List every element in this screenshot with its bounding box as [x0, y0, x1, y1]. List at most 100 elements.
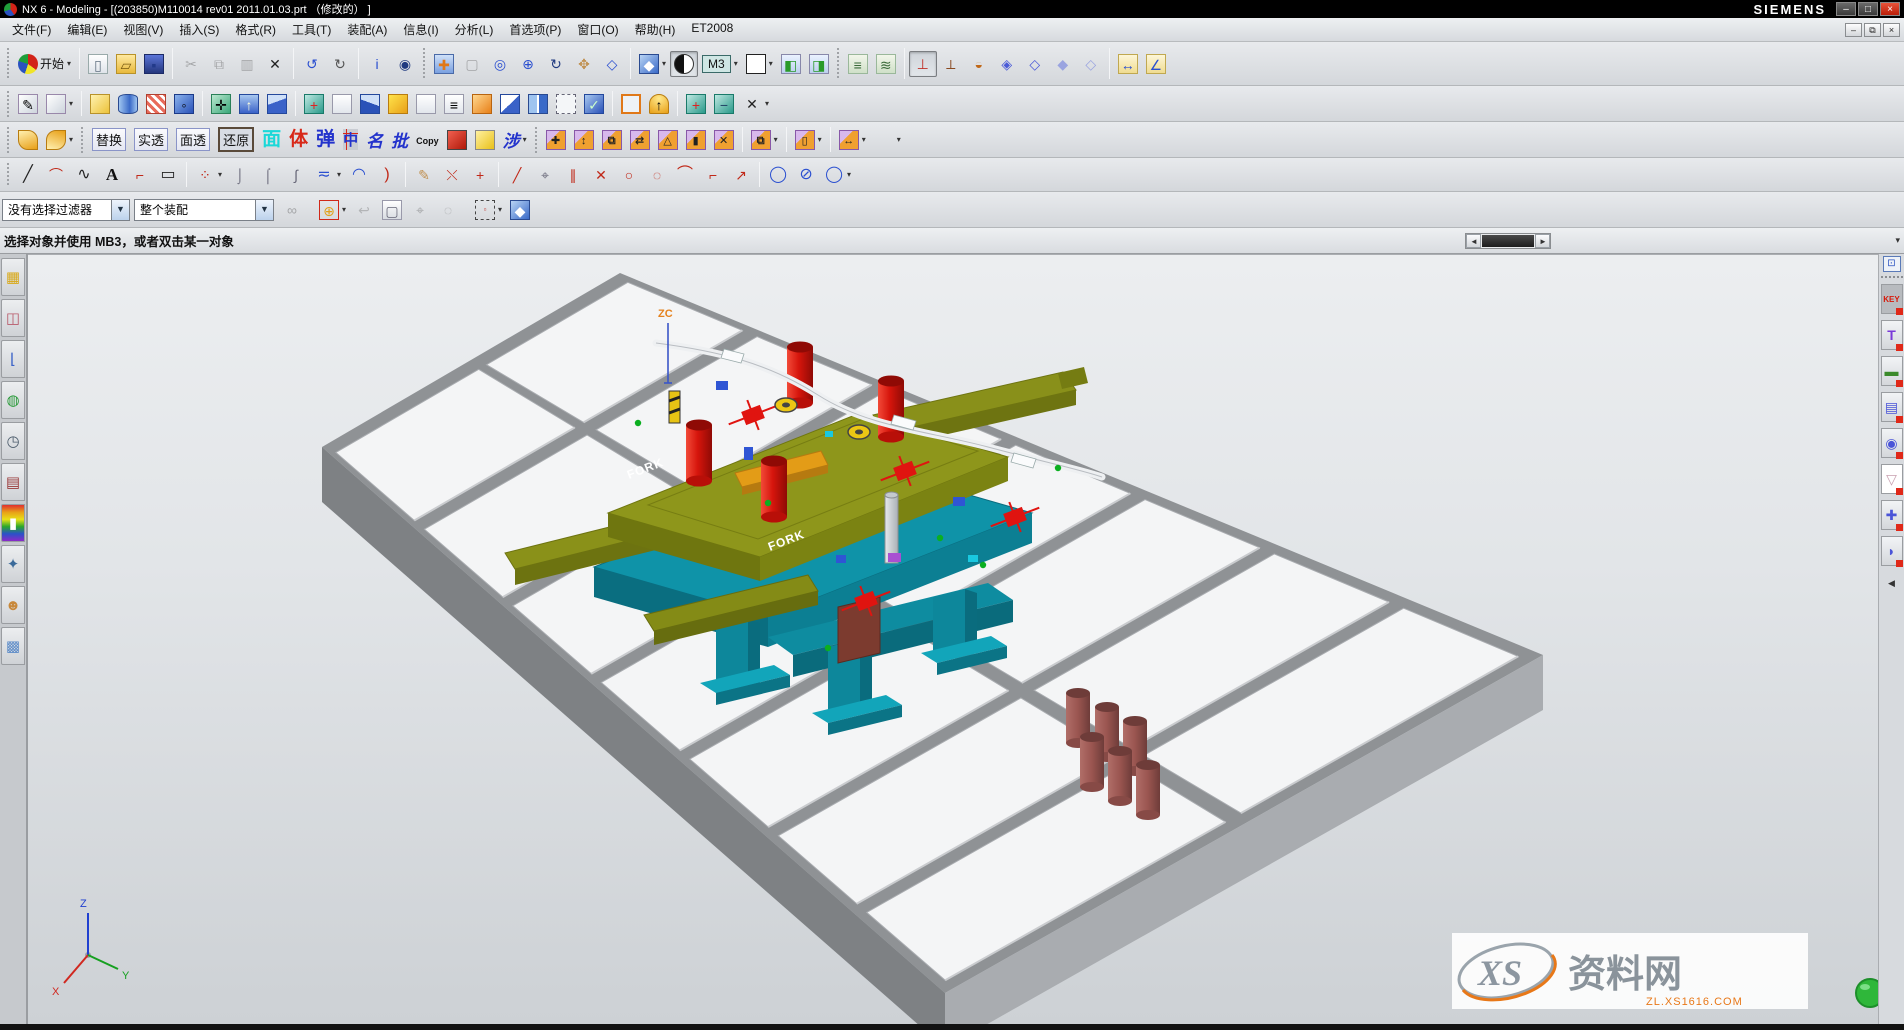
perspective-button[interactable]: ◇ [598, 51, 626, 77]
menu-装配(A)[interactable]: 装配(A) [339, 18, 395, 41]
rectangle-button[interactable]: ▭ [154, 162, 182, 188]
palette-collapse-arrow[interactable]: ◀ [1888, 578, 1895, 589]
menu-插入(S)[interactable]: 插入(S) [171, 18, 227, 41]
sketch-button[interactable]: ✎ [14, 91, 42, 117]
dropdown-arrow[interactable]: ▾ [498, 205, 502, 214]
interference-tool-button[interactable]: 涉▾ [499, 124, 531, 155]
close-button[interactable]: × [1880, 2, 1900, 16]
point-set-button[interactable]: ⁘▾ [191, 162, 226, 188]
law-curve-button[interactable]: ) [373, 162, 401, 188]
palette-key-part[interactable]: KEY [1881, 284, 1903, 314]
selection-scope-combo[interactable]: 整个装配 ▼ [134, 199, 274, 221]
move-face-button[interactable]: ✚ [542, 127, 570, 153]
ruled-surface-button[interactable]: ◠ [345, 162, 373, 188]
linear-dimension-button[interactable]: ↔▾ [835, 127, 870, 153]
batch-tool-button[interactable]: 批 [387, 124, 412, 155]
fillet-curve-button[interactable]: ⌒ [671, 162, 699, 188]
guide-post[interactable] [885, 492, 898, 563]
zoom-in-out-button[interactable]: ⊕ [514, 51, 542, 77]
resize-blend-button[interactable]: △ [654, 127, 682, 153]
resize-cylinder-button[interactable]: ▮ [682, 127, 710, 153]
quick-trim-button[interactable]: ⌐ [699, 162, 727, 188]
dropdown-arrow[interactable]: ▾ [218, 170, 222, 179]
dropdown-arrow[interactable]: ▾ [69, 99, 73, 108]
swept-surface-button[interactable]: ▾ [42, 127, 77, 153]
save-button[interactable]: ▪ [140, 51, 168, 77]
bounded-plane-button[interactable] [328, 91, 356, 117]
dropdown-arrow[interactable]: ▾ [734, 59, 738, 68]
trim-body-button[interactable] [496, 91, 524, 117]
hole-button[interactable]: ◦ [170, 91, 198, 117]
offset-region-button[interactable]: ⧉ [598, 127, 626, 153]
part-navigator-tab[interactable]: ⌊ [1, 340, 25, 378]
palette-blue-block[interactable]: ▤ [1881, 392, 1903, 422]
basic-line-button[interactable]: ╱ [503, 162, 531, 188]
roles-people-tab[interactable]: ☻ [1, 586, 25, 624]
yellow-cube-tool-button[interactable] [471, 127, 499, 153]
arc-button[interactable]: ⌒ [42, 162, 70, 188]
open-button[interactable]: ▱ [112, 51, 140, 77]
show-hide-button[interactable]: ◈ [993, 51, 1021, 77]
palette-green-block[interactable]: ▬ [1881, 356, 1903, 386]
replace-refset-button[interactable]: 替换 [88, 125, 130, 154]
dropdown-arrow[interactable]: ▾ [897, 135, 901, 144]
info-button[interactable]: i [363, 51, 391, 77]
redo-button[interactable]: ↻ [326, 51, 354, 77]
show-button[interactable]: ◇ [1077, 51, 1105, 77]
section-curve-button[interactable]: ∫ [282, 162, 310, 188]
datum-plane-button[interactable]: ✛ [207, 91, 235, 117]
doc-close-button[interactable]: × [1883, 23, 1900, 37]
layer-settings-button[interactable]: ≡ [844, 51, 872, 77]
dropdown-arrow[interactable]: ▾ [337, 170, 341, 179]
snapshot-button[interactable]: ◌ [434, 197, 462, 223]
menu-格式(R)[interactable]: 格式(R) [227, 18, 284, 41]
delete-button[interactable]: ✕ [261, 51, 289, 77]
datum-csys-button[interactable]: + [300, 91, 328, 117]
measure-distance-button[interactable]: ↔ [1114, 51, 1142, 77]
line-button[interactable]: ╱ [14, 162, 42, 188]
menu-帮助(H)[interactable]: 帮助(H) [627, 18, 684, 41]
copy-button[interactable]: ⧉ [205, 51, 233, 77]
history-tab[interactable]: ◷ [1, 422, 25, 460]
pull-face-button[interactable]: ↕ [570, 127, 598, 153]
dropdown-arrow[interactable]: ▾ [342, 205, 346, 214]
fit-view-button[interactable]: ✚ [430, 51, 458, 77]
helix-button[interactable]: ◌ [643, 162, 671, 188]
cube-select-button[interactable]: ◆ [506, 197, 534, 223]
copy-tool-button[interactable]: Copy [412, 130, 443, 150]
datum-minus-button[interactable]: − [710, 91, 738, 117]
machine-bed[interactable] [322, 273, 1543, 1024]
copy-view-button[interactable]: ◨ [805, 51, 833, 77]
doc-minimize-button[interactable]: – [1845, 23, 1862, 37]
menu-信息(I)[interactable]: 信息(I) [395, 18, 446, 41]
trim-corner-button[interactable]: ⤬ [438, 162, 466, 188]
parallel-line-button[interactable]: ∥ [559, 162, 587, 188]
thicken-button[interactable]: ↑ [235, 91, 263, 117]
wcs-orient-button[interactable]: ⟂ [937, 51, 965, 77]
arrow-curve-button[interactable]: ↗ [727, 162, 755, 188]
selection-filter-dropdown[interactable]: ▼ [111, 200, 129, 220]
dropdown-arrow[interactable]: ▾ [847, 170, 851, 179]
menu-ET2008[interactable]: ET2008 [683, 18, 741, 41]
minimize-button[interactable]: – [1836, 2, 1856, 16]
move-to-layer-button[interactable]: ≋ [872, 51, 900, 77]
more-sync-button[interactable]: ▾ [870, 127, 905, 153]
maximize-button[interactable]: □ [1858, 2, 1878, 16]
general-selection-button[interactable]: ⌖ [406, 197, 434, 223]
roller-tool-button[interactable]: ▢ [378, 197, 406, 223]
menu-窗口(O)[interactable]: 窗口(O) [569, 18, 626, 41]
dome-button[interactable]: ↑ [645, 91, 673, 117]
more-datums-button[interactable]: ✕▾ [738, 91, 773, 117]
cue-scrollbar[interactable]: ◄ ► [1465, 233, 1551, 249]
circle-3pt-button[interactable]: ◯▾ [820, 162, 855, 188]
profile-button[interactable]: ⌐ [126, 162, 154, 188]
body-tool-button[interactable]: 体 [285, 127, 312, 153]
rendering-style-button[interactable]: ◑ [670, 51, 698, 77]
scroll-thumb[interactable] [1482, 235, 1534, 247]
internet-explorer-tab[interactable]: ◍ [1, 381, 25, 419]
boss-button[interactable] [384, 91, 412, 117]
shell-body-button[interactable]: ▯▾ [791, 127, 826, 153]
dropdown-arrow[interactable]: ▾ [769, 59, 773, 68]
viewport-canvas[interactable]: ZC FORK FORK Z X Y [28, 254, 1878, 1024]
spring-tool-button[interactable]: 弹 [312, 127, 339, 153]
